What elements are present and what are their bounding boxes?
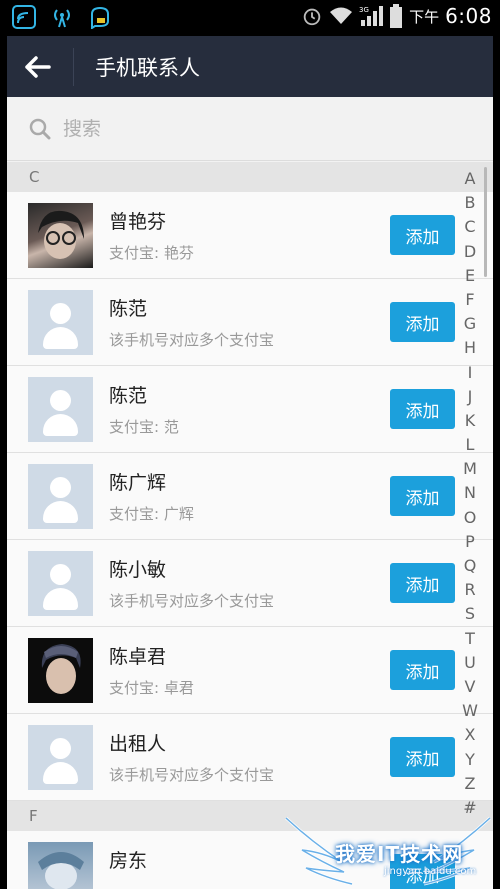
index-letter[interactable]: Z xyxy=(465,772,476,796)
add-button[interactable]: 添加 xyxy=(390,737,455,777)
header-bar: 手机联系人 xyxy=(7,36,493,97)
photo-avatar-icon xyxy=(38,852,84,889)
index-letter[interactable]: M xyxy=(463,457,477,481)
index-letter[interactable]: W xyxy=(462,699,478,723)
contact-name: 曾艳芬 xyxy=(109,211,167,233)
add-button[interactable]: 添加 xyxy=(390,215,455,255)
default-avatar-icon xyxy=(50,477,71,498)
index-letter[interactable]: N xyxy=(464,481,476,505)
index-letter[interactable]: B xyxy=(465,191,476,215)
contact-row[interactable]: 陈卓君 支付宝: 卓君 添加 xyxy=(7,627,493,714)
contact-row[interactable]: 曾艳芬 支付宝: 艳芬 添加 xyxy=(7,192,493,279)
avatar xyxy=(28,377,93,442)
default-avatar-icon xyxy=(50,390,71,411)
index-letter[interactable]: Y xyxy=(465,748,475,772)
app-frame: 手机联系人 C 曾艳芬 支付宝: 艳芬 添加 陈范 该手机号对 xyxy=(7,36,493,889)
contact-name: 陈范 xyxy=(109,298,148,320)
contact-subtitle: 支付宝: 广辉 xyxy=(109,505,194,523)
contact-subtitle: 支付宝: 艳芬 xyxy=(109,244,194,262)
index-letter[interactable]: Q xyxy=(464,554,477,578)
contact-name: 陈小敏 xyxy=(109,559,167,581)
header-divider xyxy=(73,48,74,86)
index-letter[interactable]: A xyxy=(465,167,476,191)
contact-row[interactable]: 陈范 该手机号对应多个支付宝 添加 xyxy=(7,279,493,366)
contact-row[interactable]: 陈小敏 该手机号对应多个支付宝 添加 xyxy=(7,540,493,627)
page-title: 手机联系人 xyxy=(95,56,200,80)
contact-row[interactable]: 陈范 支付宝: 范 添加 xyxy=(7,366,493,453)
search-icon xyxy=(29,118,51,140)
contact-name: 陈范 xyxy=(109,385,148,407)
avatar xyxy=(28,725,93,790)
alphabet-index[interactable]: A B C D E F G H I J K L M N O P Q R S T … xyxy=(459,167,481,820)
avatar xyxy=(28,290,93,355)
contact-name: 陈广辉 xyxy=(109,472,167,494)
index-letter[interactable]: L xyxy=(466,433,475,457)
contact-row[interactable]: 出租人 该手机号对应多个支付宝 添加 xyxy=(7,714,493,801)
index-letter[interactable]: I xyxy=(468,361,473,385)
index-letter[interactable]: G xyxy=(464,312,476,336)
svg-text:3G: 3G xyxy=(359,6,369,14)
default-avatar-icon xyxy=(50,303,71,324)
index-letter[interactable]: S xyxy=(465,602,475,626)
contact-subtitle: 该手机号对应多个支付宝 xyxy=(109,766,275,784)
contact-subtitle: 支付宝: 卓君 xyxy=(109,679,194,697)
index-letter[interactable]: K xyxy=(465,409,476,433)
avatar xyxy=(28,842,93,889)
hotspot-icon xyxy=(54,9,70,28)
search-bar xyxy=(7,97,493,161)
wifi-signal-icon xyxy=(330,7,353,24)
contact-name: 房东 xyxy=(109,850,148,872)
section-header-c: C xyxy=(7,162,493,192)
default-avatar-icon xyxy=(50,564,71,585)
contact-name: 出租人 xyxy=(109,733,167,755)
status-ampm: 下午 xyxy=(409,7,440,26)
contact-subtitle: 该手机号对应多个支付宝 xyxy=(109,331,275,349)
status-time: 6:08 xyxy=(445,4,492,28)
contact-row[interactable]: 陈广辉 支付宝: 广辉 添加 xyxy=(7,453,493,540)
index-letter[interactable]: E xyxy=(465,264,475,288)
avatar xyxy=(28,638,93,703)
index-letter[interactable]: F xyxy=(465,288,474,312)
index-letter[interactable]: V xyxy=(465,675,476,699)
cell-signal-icon: 3G xyxy=(359,6,384,26)
alarm-icon xyxy=(303,8,321,26)
add-button[interactable]: 添加 xyxy=(390,302,455,342)
message-icon xyxy=(91,6,109,29)
avatar xyxy=(28,464,93,529)
avatar xyxy=(28,203,93,268)
scrollbar[interactable] xyxy=(484,167,487,277)
index-letter[interactable]: H xyxy=(464,336,476,360)
add-button[interactable]: 添加 xyxy=(390,563,455,603)
watermark-text: 我爱IT技术网 xyxy=(335,842,464,866)
contact-subtitle: 该手机号对应多个支付宝 xyxy=(109,592,275,610)
index-letter[interactable]: R xyxy=(464,578,475,602)
index-letter[interactable]: X xyxy=(465,723,476,747)
index-letter[interactable]: T xyxy=(465,627,475,651)
avatar xyxy=(28,551,93,616)
index-letter[interactable]: C xyxy=(464,215,475,239)
default-avatar-icon xyxy=(50,738,71,759)
contact-subtitle: 支付宝: 范 xyxy=(109,418,179,436)
status-bar: 3G 下午 6:08 xyxy=(0,0,500,36)
battery-icon xyxy=(390,4,403,28)
index-letter[interactable]: O xyxy=(464,506,477,530)
index-letter[interactable]: D xyxy=(464,240,476,264)
back-arrow-icon[interactable] xyxy=(21,50,55,84)
index-letter[interactable]: P xyxy=(465,530,475,554)
photo-avatar-icon xyxy=(38,210,84,259)
watermark-url: jingyan.baidu.com xyxy=(384,866,477,877)
add-button[interactable]: 添加 xyxy=(390,650,455,690)
contact-name: 陈卓君 xyxy=(109,646,167,668)
add-button[interactable]: 添加 xyxy=(390,476,455,516)
index-letter[interactable]: U xyxy=(464,651,476,675)
wifi-app-icon xyxy=(12,5,36,29)
search-input[interactable] xyxy=(63,115,443,143)
index-letter[interactable]: J xyxy=(468,385,473,409)
add-button[interactable]: 添加 xyxy=(390,389,455,429)
photo-avatar-icon xyxy=(28,638,93,703)
